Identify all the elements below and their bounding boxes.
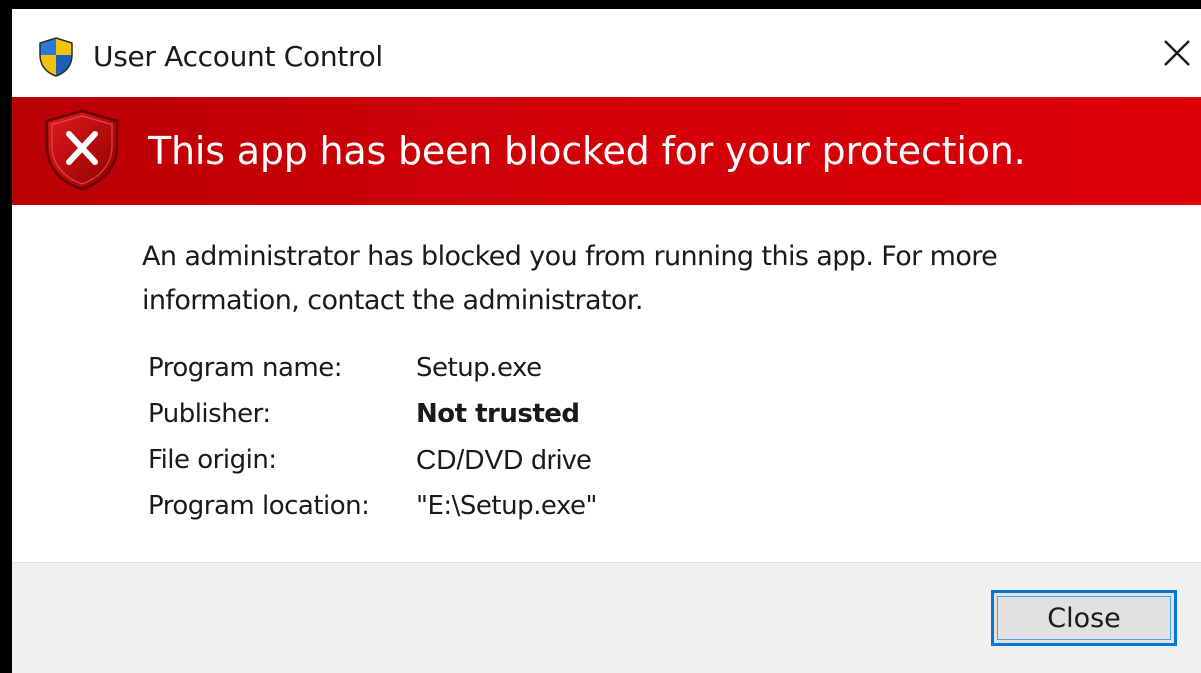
title-bar: User Account Control [12, 9, 1201, 97]
file-origin-label: File origin: [148, 445, 277, 475]
program-location-value: "E:\Setup.exe" [416, 491, 597, 521]
publisher-label: Publisher: [148, 399, 271, 429]
button-bar: Close [12, 562, 1201, 673]
uac-shield-icon [39, 37, 73, 77]
block-message: An administrator has blocked you from ru… [142, 241, 998, 316]
publisher-value: Not trusted [416, 399, 580, 429]
program-name-label: Program name: [148, 353, 342, 383]
uac-dialog: User Account Control This app has been b… [12, 9, 1201, 673]
error-shield-icon [45, 109, 119, 191]
program-name-value: Setup.exe [416, 353, 542, 383]
program-location-label: Program location: [148, 491, 370, 521]
focus-ring [997, 596, 1171, 640]
window-title: User Account Control [93, 40, 383, 73]
warning-banner: This app has been blocked for your prote… [12, 97, 1201, 205]
close-icon[interactable] [1157, 31, 1201, 75]
file-origin-value: CD/DVD drive [416, 444, 592, 475]
dialog-content: An administrator has blocked you from ru… [12, 205, 1201, 562]
blocked-heading: This app has been blocked for your prote… [148, 129, 1026, 173]
close-button[interactable]: Close [991, 590, 1177, 646]
